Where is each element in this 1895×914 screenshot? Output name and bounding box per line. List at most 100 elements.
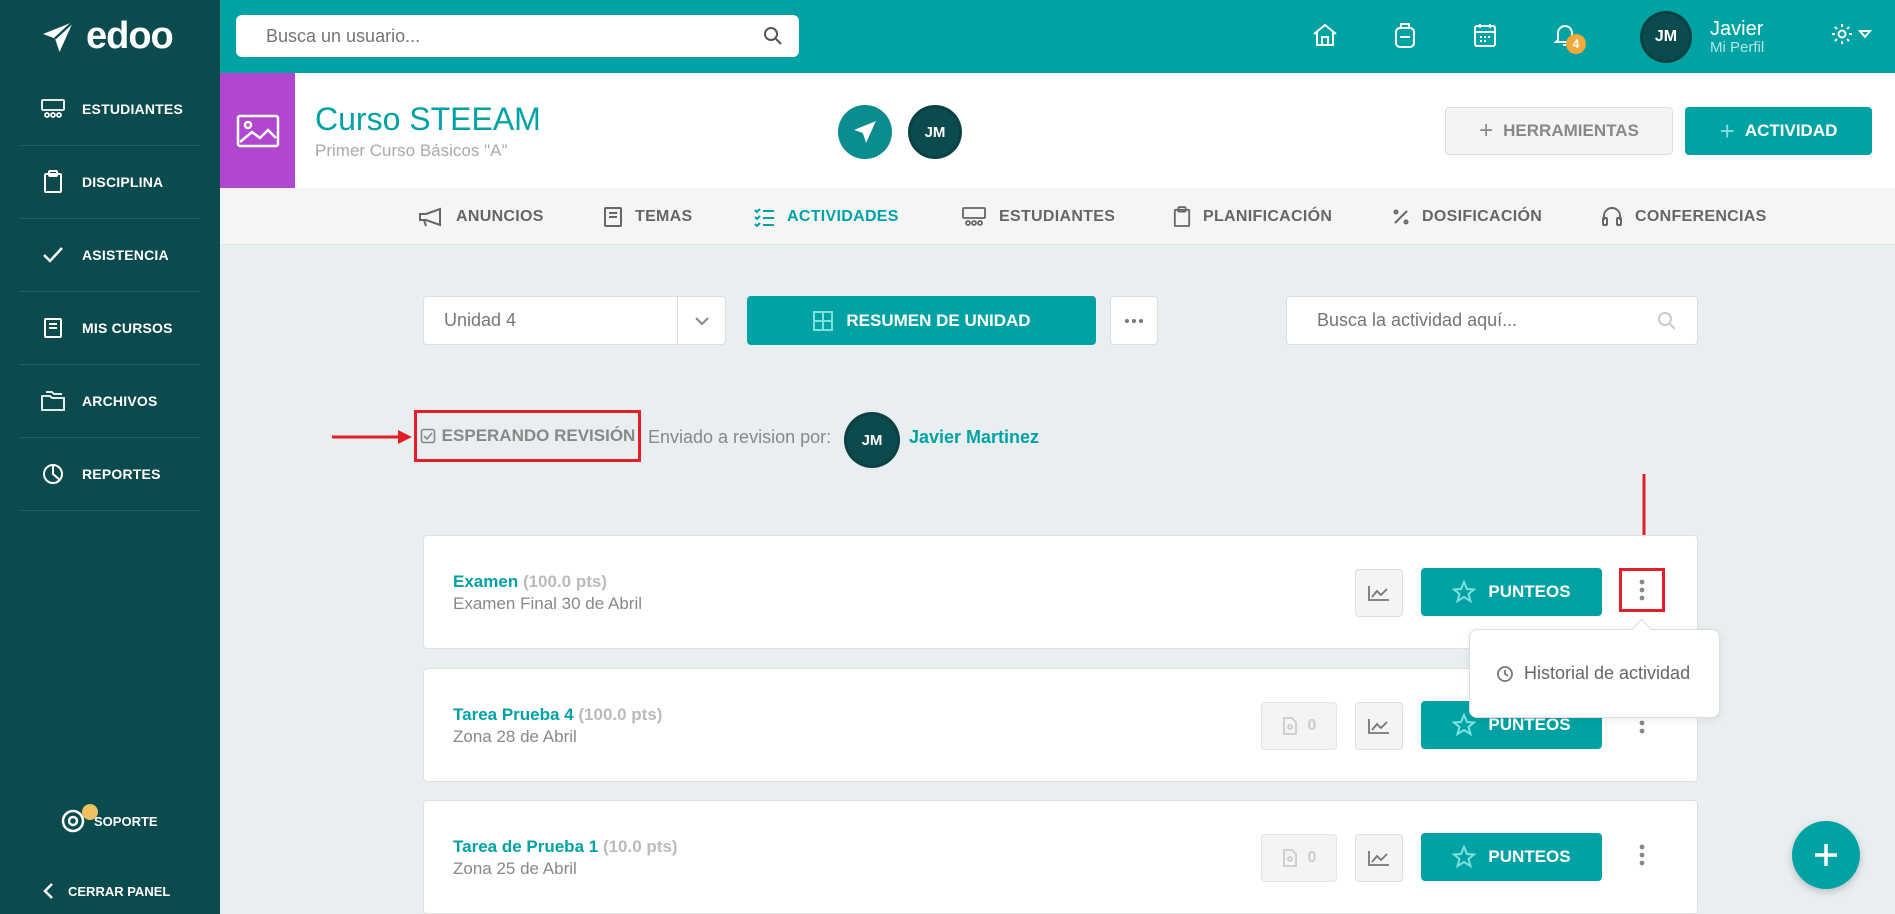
activity-title[interactable]: Tarea Prueba 4 (100.0 pts) bbox=[453, 705, 662, 725]
sidebar-nav: ESTUDIANTES DISCIPLINA ASISTENCIA MIS CU… bbox=[0, 73, 220, 511]
kebab-menu-icon[interactable] bbox=[1619, 568, 1665, 612]
user-search bbox=[236, 15, 799, 57]
tools-button[interactable]: + HERRAMIENTAS bbox=[1445, 107, 1673, 155]
support-status-dot bbox=[82, 804, 98, 820]
home-icon[interactable] bbox=[1310, 20, 1340, 50]
tab-actividades[interactable]: ACTIVIDADES bbox=[753, 188, 899, 245]
brand-name: edoo bbox=[86, 15, 174, 57]
activity-title[interactable]: Tarea de Prueba 1 (10.0 pts) bbox=[453, 837, 678, 857]
activity-search bbox=[1286, 296, 1698, 345]
sidebar-item-mis-cursos[interactable]: MIS CURSOS bbox=[20, 292, 200, 365]
sidebar-item-disciplina[interactable]: DISCIPLINA bbox=[20, 146, 200, 219]
sidebar-item-label: MIS CURSOS bbox=[82, 320, 173, 336]
files-count: 0 bbox=[1307, 849, 1317, 866]
headset-icon bbox=[1602, 206, 1622, 226]
activity-title[interactable]: Examen (100.0 pts) bbox=[453, 572, 607, 592]
punteos-label: PUNTEOS bbox=[1488, 582, 1571, 601]
brand-logo[interactable]: edoo bbox=[0, 0, 220, 73]
avatar: JM bbox=[1640, 11, 1692, 63]
add-activity-label: ACTIVIDAD bbox=[1744, 121, 1838, 140]
plus-icon: + bbox=[1479, 117, 1494, 144]
tab-anuncios[interactable]: ANUNCIOS bbox=[418, 188, 544, 245]
course-image[interactable] bbox=[220, 73, 295, 188]
tab-conferencias[interactable]: CONFERENCIAS bbox=[1601, 188, 1767, 245]
search-icon[interactable] bbox=[1657, 311, 1677, 331]
ellipsis-icon bbox=[1125, 318, 1143, 323]
caret-down-icon bbox=[1858, 30, 1872, 39]
grid-icon bbox=[813, 310, 834, 331]
reviewer-name-link[interactable]: Javier Martinez bbox=[909, 427, 1039, 448]
tab-label: TEMAS bbox=[635, 207, 693, 225]
backpack-icon[interactable] bbox=[1390, 20, 1420, 50]
files-button[interactable]: 0 bbox=[1261, 834, 1337, 882]
chevron-down-icon[interactable] bbox=[677, 297, 725, 344]
activity-history-menu-item[interactable]: Historial de actividad bbox=[1524, 663, 1690, 684]
course-header: Curso STEEAM Primer Curso Básicos "A" JM… bbox=[220, 73, 1895, 188]
sidebar-item-reportes[interactable]: REPORTES bbox=[20, 438, 200, 511]
megaphone-icon bbox=[419, 207, 441, 226]
support-label: SOPORTE bbox=[94, 813, 158, 829]
tab-label: ANUNCIOS bbox=[456, 207, 544, 225]
notification-badge: 4 bbox=[1566, 34, 1586, 54]
activity-description: Zona 25 de Abril bbox=[453, 859, 577, 878]
area-chart-icon bbox=[1368, 851, 1389, 866]
course-subtitle: Primer Curso Básicos "A" bbox=[315, 141, 508, 160]
sidebar-item-label: ESTUDIANTES bbox=[82, 101, 183, 117]
punteos-button[interactable]: PUNTEOS bbox=[1421, 833, 1602, 881]
search-icon[interactable] bbox=[763, 26, 783, 46]
activity-search-input[interactable] bbox=[1317, 310, 1657, 331]
profile-subtitle: Mi Perfil bbox=[1710, 38, 1765, 56]
sidebar-item-estudiantes[interactable]: ESTUDIANTES bbox=[20, 73, 200, 146]
activity-name: Examen bbox=[453, 572, 519, 591]
kebab-menu-icon[interactable] bbox=[1619, 833, 1665, 877]
sidebar-item-asistencia[interactable]: ASISTENCIA bbox=[20, 219, 200, 292]
tab-estudiantes[interactable]: ESTUDIANTES bbox=[961, 188, 1115, 245]
settings-menu[interactable] bbox=[1830, 22, 1872, 46]
profile-name: Javier bbox=[1710, 17, 1764, 40]
review-status-badge: ESPERANDO REVISIÓN bbox=[414, 410, 641, 462]
user-search-input[interactable] bbox=[266, 25, 763, 47]
plus-icon: + bbox=[1719, 116, 1735, 146]
unit-select[interactable]: Unidad 4 bbox=[423, 296, 726, 345]
floating-add-button[interactable] bbox=[1792, 821, 1860, 889]
tab-label: ACTIVIDADES bbox=[787, 207, 899, 225]
activity-name: Tarea Prueba 4 bbox=[453, 705, 574, 724]
profile-menu[interactable]: JM Javier Mi Perfil bbox=[1640, 11, 1764, 63]
punteos-button[interactable]: PUNTEOS bbox=[1421, 568, 1602, 616]
member-avatar[interactable]: JM bbox=[908, 105, 962, 159]
activity-description: Examen Final 30 de Abril bbox=[453, 594, 642, 613]
unit-summary-button[interactable]: RESUMEN DE UNIDAD bbox=[747, 296, 1096, 345]
add-activity-button[interactable]: + ACTIVIDAD bbox=[1685, 107, 1872, 155]
sidebar: edoo ESTUDIANTES DISCIPLINA ASISTENCIA M… bbox=[0, 0, 220, 914]
profile-text: Javier Mi Perfil bbox=[1710, 19, 1764, 56]
stats-button[interactable] bbox=[1355, 702, 1403, 750]
close-panel-label: CERRAR PANEL bbox=[68, 883, 171, 899]
tab-dosificacion[interactable]: DOSIFICACIÓN bbox=[1392, 188, 1542, 245]
activity-name: Tarea de Prueba 1 bbox=[453, 837, 599, 856]
tab-temas[interactable]: TEMAS bbox=[603, 188, 693, 245]
file-icon bbox=[1282, 717, 1297, 735]
course-title: Curso STEEAM bbox=[315, 101, 541, 137]
pie-chart-icon bbox=[40, 461, 66, 487]
checkbox-icon bbox=[420, 428, 435, 444]
more-options-button[interactable] bbox=[1110, 296, 1158, 345]
students-icon bbox=[40, 96, 66, 122]
sidebar-item-archivos[interactable]: ARCHIVOS bbox=[20, 365, 200, 438]
send-button[interactable] bbox=[838, 105, 892, 159]
paper-plane-icon bbox=[854, 121, 876, 143]
review-status-label: ESPERANDO REVISIÓN bbox=[441, 426, 636, 445]
calendar-icon[interactable] bbox=[1470, 20, 1500, 50]
activity-card[interactable]: Tarea de Prueba 1 (10.0 pts) Zona 25 de … bbox=[423, 800, 1698, 914]
bell-icon[interactable]: 4 bbox=[1550, 20, 1586, 54]
support-button[interactable]: SOPORTE bbox=[60, 804, 158, 834]
sidebar-item-label: ARCHIVOS bbox=[82, 393, 158, 409]
activity-options-dropdown: Historial de actividad bbox=[1469, 629, 1720, 718]
course-tabs: ANUNCIOS TEMAS ACTIVIDADES ESTUDIANTES P… bbox=[220, 188, 1895, 245]
star-icon bbox=[1452, 845, 1477, 869]
tab-planificacion[interactable]: PLANIFICACIÓN bbox=[1173, 188, 1332, 245]
stats-button[interactable] bbox=[1355, 834, 1403, 882]
close-panel-button[interactable]: CERRAR PANEL bbox=[42, 882, 170, 900]
stats-button[interactable] bbox=[1355, 569, 1403, 617]
files-button[interactable]: 0 bbox=[1261, 702, 1337, 750]
star-icon bbox=[1452, 580, 1477, 604]
